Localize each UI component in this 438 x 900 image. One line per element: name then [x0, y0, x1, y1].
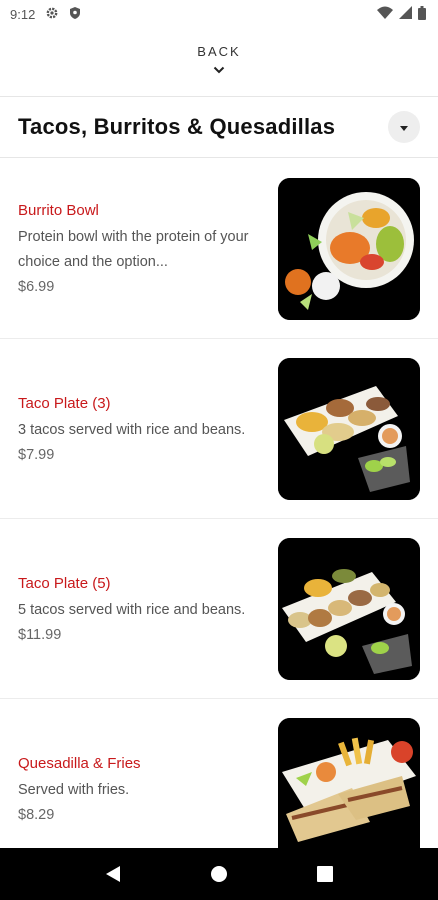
taco-plate-5-photo[interactable] [278, 538, 420, 680]
menu-item-price: $6.99 [18, 279, 55, 295]
menu-item-price: $11.99 [18, 626, 62, 643]
menu-item-price: $7.99 [18, 446, 55, 463]
menu-item-name: Taco Plate (3) [18, 394, 111, 412]
menu-item[interactable]: Burrito Bowl Protein bowl with the prote… [0, 159, 438, 339]
menu-item[interactable]: Quesadilla & Fries Served with fries. $8… [0, 699, 438, 848]
status-bar: 9:12 [0, 0, 438, 28]
chevron-down-icon [213, 61, 225, 79]
back-label: BACK [197, 44, 241, 59]
menu-item-text: Taco Plate (3) 3 tacos served with rice … [0, 339, 250, 518]
taco-plate-3-photo[interactable] [278, 358, 420, 500]
menu-item-name: Quesadilla & Fries [18, 754, 141, 772]
menu-item-name: Burrito Bowl [18, 202, 99, 219]
signal-icon [399, 6, 412, 22]
category-title: Tacos, Burritos & Quesadillas [18, 114, 336, 139]
gear-icon [45, 6, 59, 23]
menu-item-text: Burrito Bowl Protein bowl with the prote… [0, 159, 250, 338]
menu-item-description: 3 tacos served with rice and beans. [18, 421, 246, 438]
menu-item-description: Served with fries. [18, 781, 130, 798]
shield-icon [69, 6, 81, 23]
wifi-icon [377, 6, 393, 22]
status-left: 9:12 [10, 6, 81, 23]
menu-item-description: 5 tacos served with rice and beans. [18, 601, 246, 618]
menu-item-price: $8.29 [18, 806, 55, 823]
menu-item[interactable]: Taco Plate (5) 5 tacos served with rice … [0, 519, 438, 699]
menu-item-description: Protein bowl with the protein of your ch… [18, 229, 249, 270]
back-button[interactable]: BACK [0, 44, 438, 84]
quesadilla-fries-photo[interactable] [278, 718, 420, 848]
home-circle-icon[interactable] [204, 859, 234, 889]
system-nav-bar [0, 848, 438, 900]
menu-item-name: Taco Plate (5) [18, 574, 111, 592]
back-triangle-icon[interactable] [98, 859, 128, 889]
burrito-bowl-photo[interactable] [278, 178, 420, 320]
recents-square-icon[interactable] [310, 859, 340, 889]
battery-icon [418, 5, 426, 23]
category-divider [0, 157, 438, 158]
menu-item-text: Quesadilla & Fries Served with fries. $8… [0, 699, 250, 848]
menu-item-list[interactable]: Burrito Bowl Protein bowl with the prote… [0, 159, 438, 848]
menu-item[interactable]: Taco Plate (3) 3 tacos served with rice … [0, 339, 438, 519]
status-right [377, 5, 426, 23]
category-selector[interactable]: Tacos, Burritos & Quesadillas [0, 97, 438, 157]
status-time: 9:12 [10, 6, 36, 22]
category-dropdown-button[interactable] [388, 111, 420, 143]
caret-down-icon [400, 118, 408, 136]
menu-item-text: Taco Plate (5) 5 tacos served with rice … [0, 519, 250, 698]
